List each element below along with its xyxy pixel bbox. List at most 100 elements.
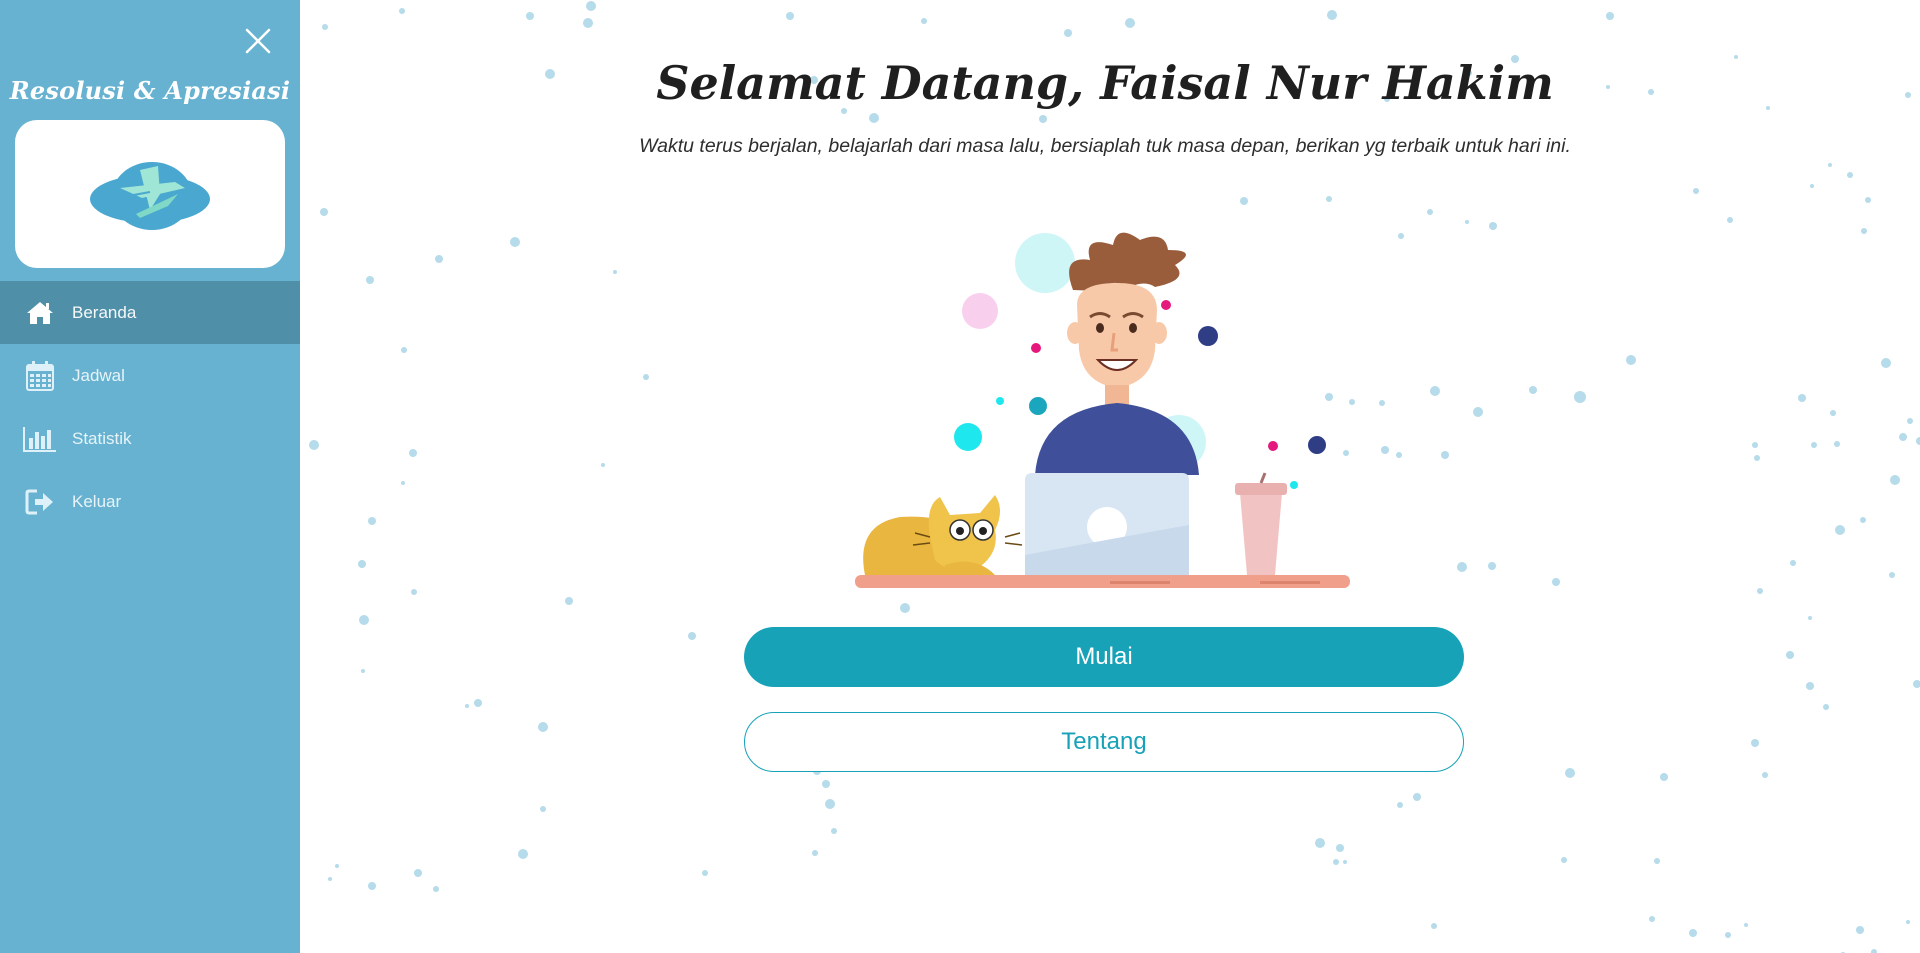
particle-dot (474, 699, 482, 707)
particle-dot (613, 270, 617, 274)
particle-dot (518, 849, 528, 859)
sidebar-item-keluar[interactable]: Keluar (0, 470, 300, 533)
particle-dot (586, 1, 596, 11)
particle-dot (1754, 455, 1760, 461)
particle-dot (399, 8, 405, 14)
particle-dot (702, 870, 708, 876)
particle-dot (1693, 188, 1699, 194)
particle-dot (1689, 929, 1697, 937)
particle-dot (1811, 442, 1817, 448)
sidebar-item-beranda[interactable]: Beranda (0, 281, 300, 344)
particle-dot (601, 463, 605, 467)
particle-dot (414, 869, 422, 877)
particle-dot (1757, 588, 1763, 594)
particle-dot (1064, 29, 1072, 37)
particle-dot (1798, 394, 1806, 402)
particle-dot (1473, 407, 1483, 417)
particle-dot (1606, 12, 1614, 20)
particle-dot (1890, 475, 1900, 485)
particle-dot (433, 886, 439, 892)
particle-dot (526, 12, 534, 20)
particle-dot (1430, 386, 1440, 396)
sign-out-icon (23, 485, 57, 519)
particle-dot (1727, 217, 1733, 223)
sidebar-item-label: Statistik (72, 428, 132, 448)
particle-dot (869, 113, 879, 123)
particle-dot (358, 560, 366, 568)
particle-dot (368, 517, 376, 525)
particle-dot (1626, 355, 1636, 365)
particle-dot (1326, 196, 1332, 202)
particle-dot (1790, 560, 1796, 566)
particle-dot (1654, 858, 1660, 864)
particle-dot (900, 603, 910, 613)
particle-dot (1899, 433, 1907, 441)
particle-dot (1343, 860, 1347, 864)
particle-dot (583, 18, 593, 28)
particle-dot (1861, 228, 1867, 234)
particle-dot (435, 255, 443, 263)
particle-dot (1752, 442, 1758, 448)
sidebar: Resolusi & Apresiasi Beranda Jadwal Stat… (0, 0, 300, 953)
particle-dot (1751, 739, 1759, 747)
bar-chart-icon (23, 422, 57, 456)
particle-dot (1315, 838, 1325, 848)
particle-dot (1808, 616, 1812, 620)
particle-dot (831, 828, 837, 834)
particle-dot (1806, 682, 1814, 690)
particle-dot (1871, 949, 1877, 953)
particle-dot (1427, 209, 1433, 215)
particle-dot (1240, 197, 1248, 205)
about-button[interactable]: Tentang (744, 712, 1464, 772)
particle-dot (1830, 410, 1836, 416)
particle-dot (361, 669, 365, 673)
particle-dot (366, 276, 374, 284)
particle-dot (1465, 220, 1469, 224)
page-subtitle: Waktu terus berjalan, belajarlah dari ma… (639, 135, 1571, 157)
particle-dot (1828, 163, 1832, 167)
particle-dot (1744, 923, 1748, 927)
particle-dot (1574, 391, 1586, 403)
sidebar-item-jadwal[interactable]: Jadwal (0, 344, 300, 407)
particle-dot (328, 877, 332, 881)
particle-dot (822, 780, 830, 788)
particle-dot (1834, 441, 1840, 447)
particle-dot (409, 449, 417, 457)
particle-dot (335, 864, 339, 868)
particle-dot (401, 481, 405, 485)
particle-dot (565, 597, 573, 605)
particle-dot (1396, 452, 1402, 458)
particle-dot (921, 18, 927, 24)
particle-dot (1725, 932, 1731, 938)
particle-dot (1810, 184, 1814, 188)
particle-dot (1431, 923, 1437, 929)
page-title: Selamat Datang, Faisal Nur Hakim (656, 56, 1554, 110)
particle-dot (1906, 920, 1910, 924)
particle-dot (1039, 115, 1047, 123)
particle-dot (1552, 578, 1560, 586)
sidebar-item-statistik[interactable]: Statistik (0, 407, 300, 470)
start-button[interactable]: Mulai (744, 627, 1464, 687)
particle-dot (1865, 197, 1871, 203)
particle-dot (1907, 418, 1913, 424)
particle-dot (643, 374, 649, 380)
particle-dot (1835, 525, 1845, 535)
particle-dot (1529, 386, 1537, 394)
particle-dot (1649, 916, 1655, 922)
particle-dot (1381, 446, 1389, 454)
particle-dot (322, 24, 328, 30)
particle-dot (465, 704, 469, 708)
app: Resolusi & Apresiasi Beranda Jadwal Stat… (0, 0, 1920, 953)
particle-dot (1913, 680, 1920, 688)
calendar-icon (23, 359, 57, 393)
particle-dot (1561, 857, 1567, 863)
particle-dot (1398, 233, 1404, 239)
main-content: Selamat Datang, Faisal Nur Hakim Waktu t… (300, 0, 1920, 953)
particle-dot (401, 347, 407, 353)
particle-dot (1762, 772, 1768, 778)
particle-dot (1379, 400, 1385, 406)
particle-dot (688, 632, 696, 640)
particle-dot (1823, 704, 1829, 710)
particle-dot (1489, 222, 1497, 230)
close-icon[interactable] (243, 26, 273, 56)
